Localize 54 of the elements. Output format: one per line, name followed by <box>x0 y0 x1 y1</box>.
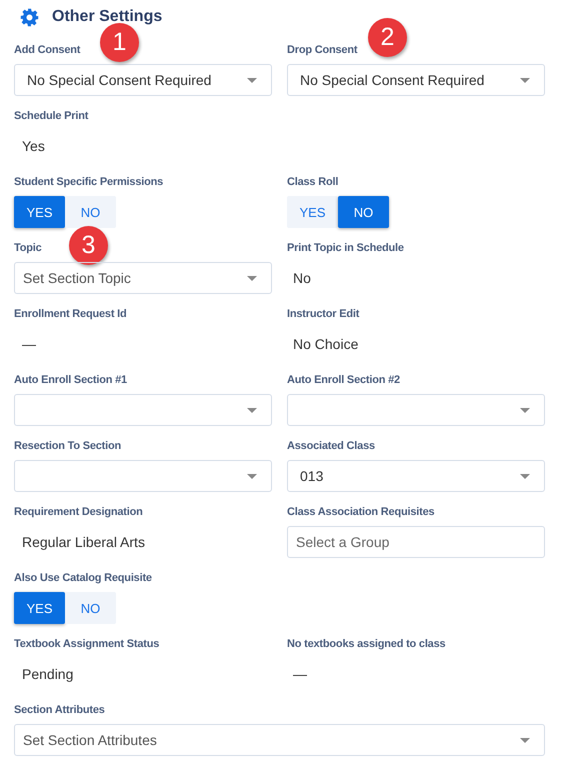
field-label: Add Consent <box>14 43 80 58</box>
field-label: Textbook Assignment Status <box>14 637 160 652</box>
field-label: Drop Consent <box>287 43 358 58</box>
section-title: Other Settings <box>52 8 162 26</box>
field-label: No textbooks assigned to class <box>287 637 446 652</box>
toggle-option[interactable]: NO <box>338 196 389 228</box>
dropdown[interactable]: No Special Consent Required <box>287 64 545 96</box>
settings-icon <box>20 8 39 26</box>
field-value: Pending <box>22 666 74 682</box>
toggle-option[interactable]: YES <box>287 196 338 228</box>
field-value: Regular Liberal Arts <box>22 534 145 550</box>
field-label: Class Roll <box>287 175 338 190</box>
caret-icon <box>520 738 530 742</box>
field-label: Schedule Print <box>14 109 88 124</box>
field-label: Class Association Requisites <box>287 505 434 520</box>
dropdown[interactable]: Set Section Attributes <box>14 724 545 756</box>
number-badge: 3 <box>69 226 108 265</box>
dropdown[interactable] <box>287 394 545 426</box>
number-badge: 1 <box>100 23 139 62</box>
field-value: No <box>293 270 311 286</box>
dropdown[interactable]: 013 <box>287 460 545 492</box>
field-label: Instructor Edit <box>287 307 360 322</box>
field-label: Also Use Catalog Requisite <box>14 571 152 586</box>
toggle-option[interactable]: NO <box>65 196 116 228</box>
caret-icon <box>520 78 530 82</box>
field-value: — <box>22 336 36 352</box>
caret-icon <box>247 276 257 280</box>
field-label: Requirement Designation <box>14 505 143 520</box>
caret-icon <box>247 78 257 82</box>
field-label: Enrollment Request Id <box>14 307 127 322</box>
dropdown[interactable] <box>14 394 272 426</box>
field-label: Auto Enroll Section #2 <box>287 373 400 388</box>
field-label: Print Topic in Schedule <box>287 241 404 256</box>
number-badge: 2 <box>368 18 407 57</box>
input-field[interactable]: Select a Group <box>287 526 545 558</box>
toggle-option[interactable]: YES <box>14 196 65 228</box>
field-label: Student Specific Permissions <box>14 175 164 190</box>
caret-icon <box>520 408 530 412</box>
field-label: Auto Enroll Section #1 <box>14 373 127 388</box>
field-label: Topic <box>14 241 42 256</box>
field-label: Section Attributes <box>14 703 105 718</box>
field-value: No Choice <box>293 336 358 352</box>
field-label: Associated Class <box>287 439 375 454</box>
caret-icon <box>520 474 530 478</box>
field-value: Yes <box>22 138 45 154</box>
dropdown[interactable]: No Special Consent Required <box>14 64 272 96</box>
dropdown[interactable] <box>14 460 272 492</box>
caret-icon <box>247 474 257 478</box>
dropdown[interactable]: Set Section Topic <box>14 262 272 294</box>
field-value: — <box>293 666 307 682</box>
toggle-option[interactable]: NO <box>65 592 116 624</box>
toggle-option[interactable]: YES <box>14 592 65 624</box>
field-label: Resection To Section <box>14 439 122 454</box>
caret-icon <box>247 408 257 412</box>
